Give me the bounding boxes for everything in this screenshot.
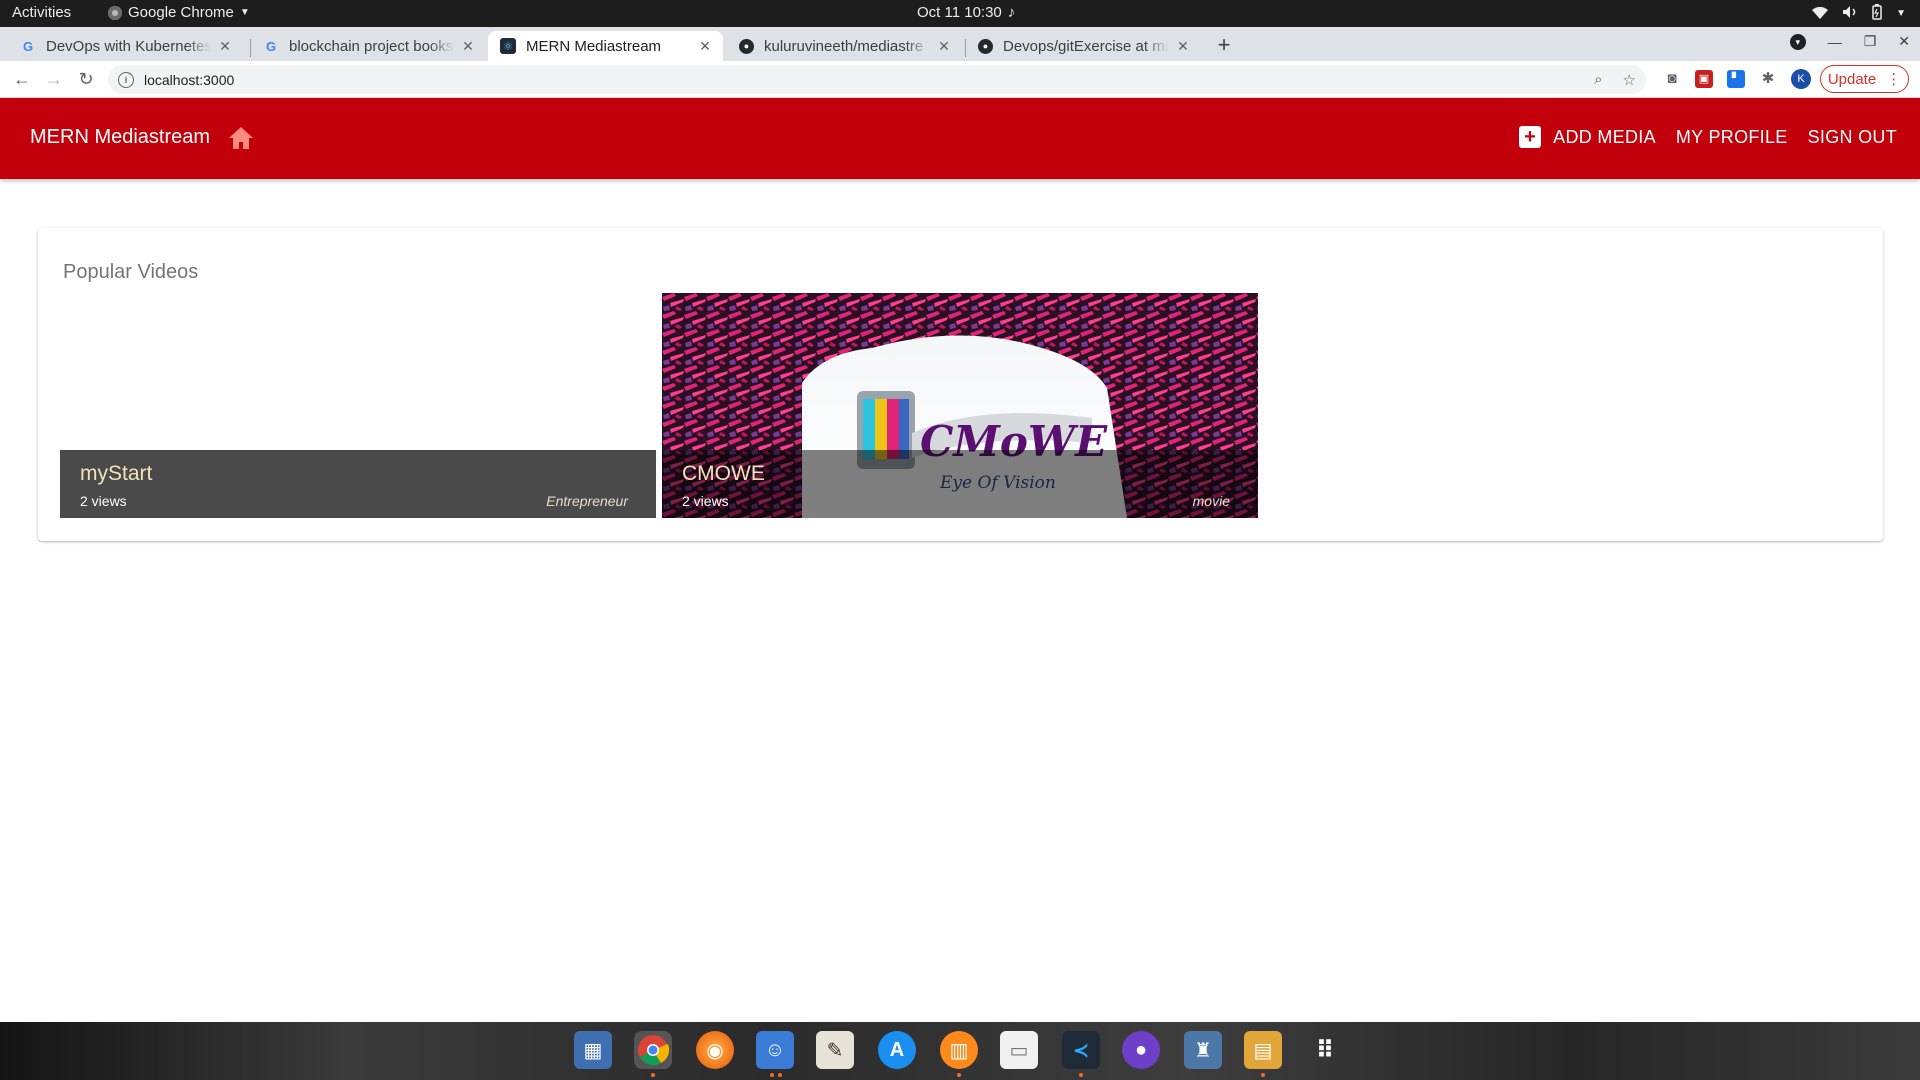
update-label: Update (1827, 70, 1877, 88)
bookmark-star-icon[interactable]: ☆ (1623, 71, 1636, 89)
restore-icon[interactable]: ❐ (1864, 33, 1877, 50)
profile-avatar[interactable]: K (1791, 69, 1811, 89)
google-icon: G (22, 38, 34, 54)
video-tile[interactable]: myStart 2 views Entrepreneur (60, 293, 656, 518)
close-icon[interactable]: ✕ (217, 38, 233, 55)
tab-title: DevOps with Kubernetes (46, 37, 211, 55)
close-window-icon[interactable]: ✕ (1898, 33, 1910, 50)
running-indicator (1261, 1073, 1265, 1077)
tab-github-gitexercise[interactable]: ● Devops/gitExercise at ma ✕ (966, 31, 1201, 61)
tab-title: blockchain project books (289, 37, 454, 55)
wifi-icon (1812, 6, 1829, 22)
add-box-icon: + (1519, 126, 1542, 148)
video-genre: movie (1192, 493, 1230, 509)
clock[interactable]: Oct 11 10:30 ♪ (917, 4, 1015, 21)
app-brand[interactable]: MERN Mediastream (30, 126, 210, 149)
running-indicator (651, 1073, 655, 1077)
section-title: Popular Videos (63, 261, 199, 283)
video-tile-bar: CMOWE 2 views movie (662, 450, 1258, 518)
tab-github-mediastream[interactable]: ● kuluruvineeth/mediastre ✕ (727, 31, 962, 61)
close-icon[interactable]: ✕ (936, 38, 952, 55)
ubuntu-dock: ▦ ◉ ☺ ✎ A ▥ ▭ ≺ ● ♜ ▤ ⠿ (0, 1022, 1920, 1080)
minimize-icon[interactable]: — (1828, 34, 1842, 50)
app-menu[interactable]: Google Chrome ▼ (108, 4, 250, 21)
tab-search-icon[interactable]: ▾ (1789, 33, 1806, 50)
zoom-icon[interactable]: ⌕ (1594, 71, 1602, 89)
react-icon: ⚛ (500, 38, 516, 54)
archive-manager-icon[interactable]: ▤ (1244, 1031, 1282, 1069)
caret-down-icon: ▼ (239, 7, 250, 18)
address-bar[interactable]: i localhost:3000 ⌕ ☆ (108, 65, 1646, 94)
reload-icon[interactable]: ↻ (74, 67, 98, 91)
tab-title: kuluruvineeth/mediastre (764, 37, 924, 55)
extension-red-icon[interactable]: ▣ (1695, 70, 1713, 88)
running-indicator (1079, 1073, 1083, 1077)
video-tile[interactable]: CMoWE Eye Of Vision CMOWE 2 views movie (662, 293, 1258, 518)
browser-toolbar: ← → ↻ i localhost:3000 ⌕ ☆ ◙ ▣ ▘ ✱ K Upd… (0, 61, 1920, 98)
close-icon[interactable]: ✕ (697, 38, 713, 55)
video-title[interactable]: CMOWE (682, 462, 765, 486)
office-icon[interactable]: ✎ (816, 1031, 854, 1069)
show-applications-icon[interactable]: ⠿ (1306, 1031, 1344, 1069)
popular-videos-card: Popular Videos myStart 2 views Entrepren… (38, 228, 1883, 541)
running-indicator (957, 1073, 961, 1077)
google-icon: G (265, 38, 277, 54)
camera-icon[interactable]: ◙ (1663, 70, 1681, 88)
caret-down-icon: ▼ (1896, 8, 1906, 19)
activities-button[interactable]: Activities (12, 4, 71, 21)
add-media-button[interactable]: + ADD MEDIA (1519, 126, 1656, 148)
battery-icon (1872, 4, 1882, 23)
screenshot-app-icon[interactable]: ▦ (574, 1031, 612, 1069)
close-icon[interactable]: ✕ (1175, 38, 1191, 55)
running-indicator (778, 1073, 782, 1077)
github-icon: ● (978, 38, 993, 54)
video-views: 2 views (682, 493, 729, 509)
firefox-icon[interactable]: ◉ (696, 1031, 734, 1069)
github-icon: ● (739, 38, 754, 54)
extension-blue-icon[interactable]: ▘ (1727, 70, 1745, 88)
my-profile-button[interactable]: MY PROFILE (1676, 127, 1788, 148)
app-store-icon[interactable]: A (878, 1031, 916, 1069)
url-text[interactable]: localhost:3000 (144, 72, 1594, 88)
chrome-icon (108, 5, 122, 20)
add-media-label: ADD MEDIA (1553, 126, 1656, 147)
app-menu-label: Google Chrome (128, 4, 234, 21)
new-tab-button[interactable]: + (1212, 34, 1236, 58)
video-tile-bar: myStart 2 views Entrepreneur (60, 450, 656, 518)
more-menu-icon: ⋮ (1886, 71, 1902, 88)
github-desktop-icon[interactable]: ● (1122, 1031, 1160, 1069)
postgresql-icon[interactable]: ♜ (1184, 1031, 1222, 1069)
chrome-icon[interactable] (634, 1031, 672, 1069)
tab-title: MERN Mediastream (526, 37, 662, 55)
site-info-icon[interactable]: i (118, 71, 134, 88)
notification-icon: ♪ (1007, 4, 1016, 21)
sign-out-button[interactable]: SIGN OUT (1808, 127, 1897, 148)
tab-devops-kubernetes[interactable]: G DevOps with Kubernetes ✕ (8, 31, 243, 61)
finder-icon[interactable]: ☺ (756, 1031, 794, 1069)
tab-title: Devops/gitExercise at ma (1003, 37, 1169, 55)
window-controls: ▾ — ❐ ✕ (1789, 33, 1910, 50)
back-icon[interactable]: ← (10, 67, 34, 91)
forward-icon[interactable]: → (42, 67, 66, 91)
app-bar: MERN Mediastream + ADD MEDIA MY PROFILE … (0, 98, 1920, 179)
text-editor-icon[interactable]: ▭ (1000, 1031, 1038, 1069)
books-icon[interactable]: ▥ (940, 1031, 978, 1069)
system-top-bar: Activities Google Chrome ▼ Oct 11 10:30 … (0, 0, 1920, 27)
tab-strip: G DevOps with Kubernetes ✕ G blockchain … (0, 27, 1920, 61)
close-icon[interactable]: ✕ (460, 38, 476, 55)
home-icon[interactable] (228, 126, 254, 150)
vscode-icon[interactable]: ≺ (1062, 1031, 1100, 1069)
tab-mern-mediastream[interactable]: ⚛ MERN Mediastream ✕ (488, 31, 723, 61)
clock-label: Oct 11 10:30 (917, 4, 1002, 21)
update-button[interactable]: Update ⋮ (1820, 65, 1909, 93)
video-views: 2 views (80, 493, 127, 509)
video-title[interactable]: myStart (80, 462, 152, 486)
system-status-area[interactable]: ▼ (1812, 4, 1906, 23)
running-indicator (770, 1073, 774, 1077)
volume-icon (1842, 5, 1858, 22)
video-genre: Entrepreneur (546, 493, 628, 509)
extensions-puzzle-icon[interactable]: ✱ (1759, 70, 1777, 88)
tab-blockchain-books[interactable]: G blockchain project books ✕ (251, 31, 486, 61)
